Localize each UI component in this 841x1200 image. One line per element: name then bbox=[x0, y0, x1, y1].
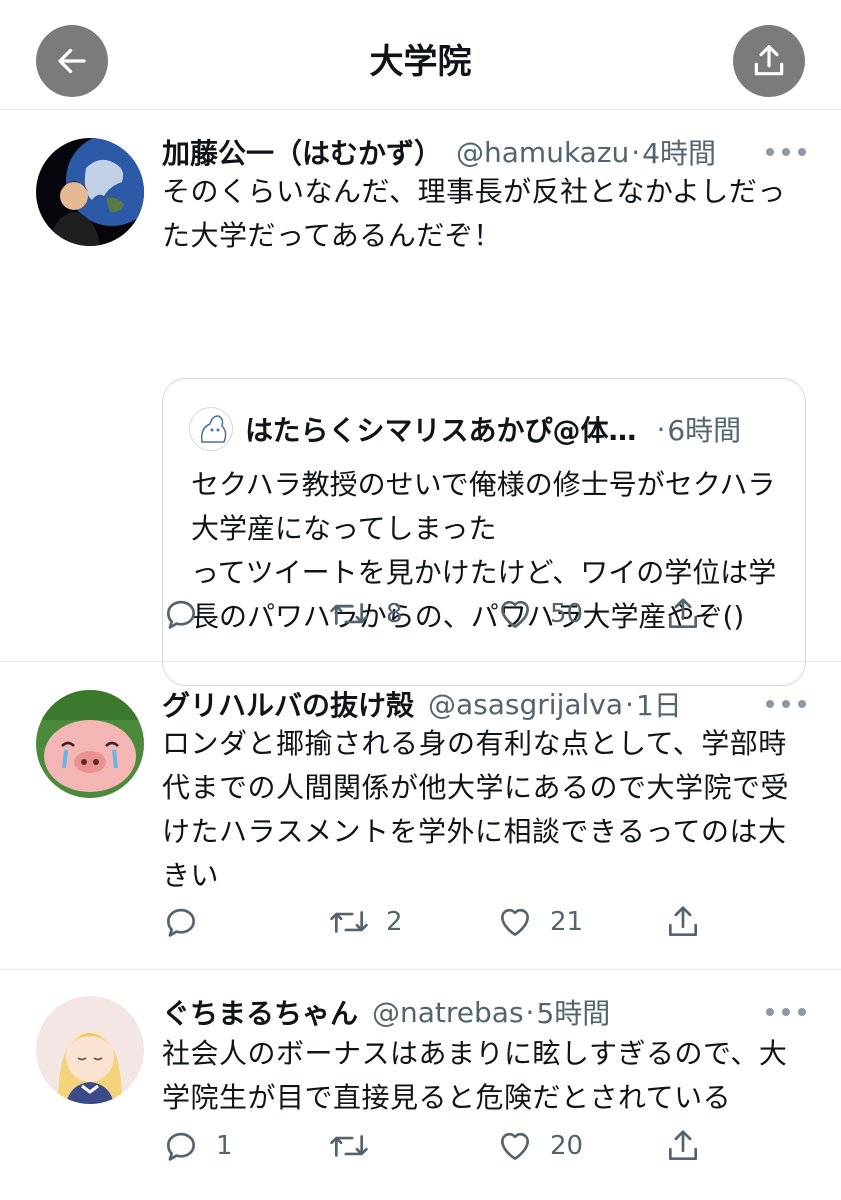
timestamp[interactable]: 4時間 bbox=[642, 132, 716, 172]
user-handle[interactable]: @natrebas bbox=[372, 996, 524, 1029]
separator: · bbox=[631, 135, 641, 169]
share-tweet-button[interactable] bbox=[664, 1126, 702, 1166]
avatar[interactable] bbox=[36, 996, 144, 1104]
retweet-count: 8 bbox=[386, 599, 403, 629]
quoted-tweet[interactable]: はたらくシマリスあかぴ@体… · 6時間 セクハラ教授のせいで俺様の修士号がセク… bbox=[162, 378, 806, 686]
top-bar: 大学院 bbox=[0, 0, 841, 110]
action-bar: 2 21 bbox=[162, 902, 722, 942]
more-dots-icon[interactable] bbox=[766, 146, 806, 158]
share-icon bbox=[668, 906, 698, 937]
like-count: 21 bbox=[550, 907, 584, 937]
quoted-header: はたらくシマリスあかぴ@体… · 6時間 bbox=[245, 409, 785, 449]
more-dots-icon[interactable] bbox=[766, 698, 806, 710]
tweet-header: グリハルバの抜け殻 @asasgrijalva · 1日 bbox=[162, 684, 682, 724]
tweet-text: 社会人のボーナスはあまりに眩しすぎるので、大学院生が目で直接見ると危険だとされて… bbox=[162, 1037, 788, 1114]
reply-bubble-icon bbox=[166, 908, 196, 937]
like-button[interactable]: 50 bbox=[496, 594, 583, 634]
reply-button[interactable] bbox=[162, 902, 216, 942]
retweet-icon bbox=[330, 911, 368, 933]
tweet-text: そのくらいなんだ、理事長が反社となかよしだった大学だってあるんだぞ！ bbox=[162, 175, 786, 252]
action-bar: 1 20 bbox=[162, 1126, 722, 1166]
share-button[interactable] bbox=[733, 25, 805, 97]
share-tweet-button[interactable] bbox=[664, 902, 702, 942]
user-name[interactable]: 加藤公一（はむかず） bbox=[162, 132, 442, 172]
user-name[interactable]: グリハルバの抜け殻 bbox=[162, 684, 414, 724]
retweet-icon bbox=[330, 603, 368, 625]
reply-button[interactable] bbox=[162, 594, 216, 634]
quoted-user-name: はたらくシマリスあかぴ@体… bbox=[245, 414, 637, 447]
quoted-avatar bbox=[189, 407, 233, 451]
retweet-icon bbox=[330, 1135, 368, 1157]
heart-icon bbox=[500, 1132, 530, 1161]
separator: · bbox=[525, 995, 535, 1029]
tweet-text: ロンダと揶揄される身の有利な点として、学部時代までの人間関係が他大学にあるので大… bbox=[162, 727, 790, 892]
reply-count: 1 bbox=[216, 1131, 233, 1161]
page-title: 大学院 bbox=[369, 42, 472, 82]
avatar[interactable] bbox=[36, 690, 144, 798]
tweet[interactable]: 加藤公一（はむかず） @hamukazu · 4時間 そのくらいなんだ、理事長が… bbox=[0, 110, 841, 686]
quoted-timestamp: 6時間 bbox=[667, 414, 742, 447]
tweet-header: ぐちまるちゃん @natrebas · 5時間 bbox=[162, 992, 610, 1032]
retweet-button[interactable]: 2 bbox=[328, 902, 403, 942]
separator: · bbox=[625, 687, 634, 721]
tweet-header: 加藤公一（はむかず） @hamukazu · 4時間 bbox=[162, 132, 716, 172]
retweet-button[interactable] bbox=[328, 1126, 386, 1166]
like-count: 50 bbox=[550, 599, 584, 629]
like-count: 20 bbox=[550, 1131, 584, 1161]
like-button[interactable]: 20 bbox=[496, 1126, 583, 1166]
reply-bubble-icon bbox=[166, 1132, 196, 1161]
user-name[interactable]: ぐちまるちゃん bbox=[162, 992, 358, 1032]
more-dots-icon[interactable] bbox=[766, 1006, 806, 1018]
reply-bubble-icon bbox=[166, 600, 196, 629]
timestamp[interactable]: 5時間 bbox=[536, 992, 610, 1032]
user-handle[interactable]: @hamukazu bbox=[456, 136, 629, 169]
heart-icon bbox=[500, 600, 530, 629]
separator: · bbox=[656, 412, 666, 446]
retweet-count: 2 bbox=[386, 907, 403, 937]
tweet[interactable]: グリハルバの抜け殻 @asasgrijalva · 1日 ロンダと揶揄される身の… bbox=[0, 662, 841, 970]
reply-button[interactable]: 1 bbox=[162, 1126, 233, 1166]
timestamp[interactable]: 1日 bbox=[636, 684, 682, 724]
share-tweet-button[interactable] bbox=[664, 594, 702, 634]
retweet-button[interactable]: 8 bbox=[328, 594, 403, 634]
user-handle[interactable]: @asasgrijalva bbox=[428, 688, 623, 721]
like-button[interactable]: 21 bbox=[496, 902, 583, 942]
avatar[interactable] bbox=[36, 138, 144, 246]
heart-icon bbox=[500, 908, 530, 937]
action-bar: 8 50 bbox=[162, 594, 722, 634]
share-upload-icon bbox=[754, 45, 784, 76]
share-icon bbox=[668, 1130, 698, 1161]
share-icon bbox=[668, 598, 698, 629]
tweet[interactable]: ぐちまるちゃん @natrebas · 5時間 社会人のボーナスはあまりに眩しす… bbox=[0, 970, 841, 1200]
